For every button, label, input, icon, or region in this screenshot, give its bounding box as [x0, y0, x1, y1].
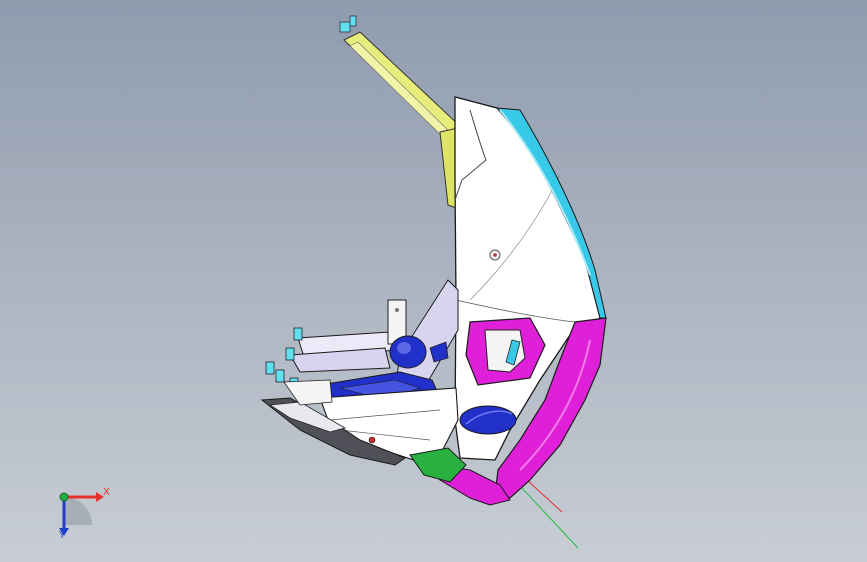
x-axis-label: X [103, 487, 110, 498]
origin-marker-icon [59, 492, 69, 502]
blue-oval-cutout[interactable] [459, 405, 517, 435]
bracket-arms[interactable] [285, 299, 407, 373]
yellow-arm-part[interactable] [339, 15, 463, 211]
coordinate-triad[interactable] [59, 492, 104, 536]
graphics-viewport[interactable]: X Y [0, 0, 867, 562]
3d-model-view[interactable] [0, 0, 867, 562]
y-axis-label: Y [59, 530, 66, 541]
